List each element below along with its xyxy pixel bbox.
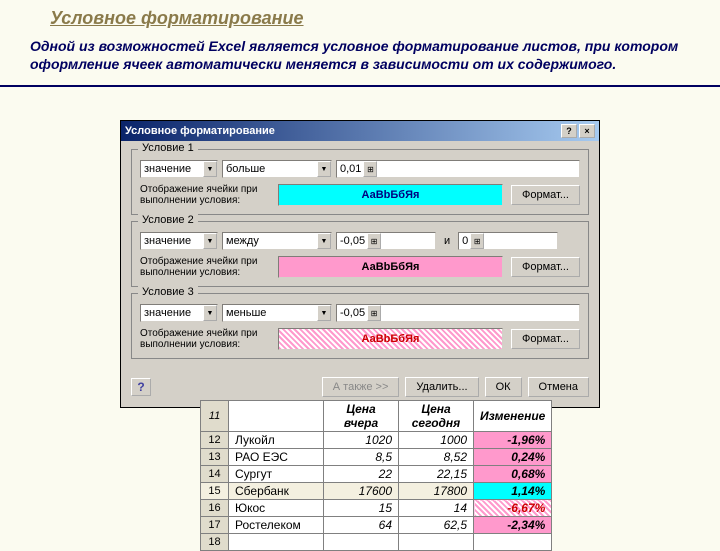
- condition-1-group: Условие 1 значение ▼ больше ▼ 0,01 ⊞ Ото…: [131, 149, 589, 215]
- cell-today[interactable]: 1000: [399, 432, 474, 449]
- cell-yesterday[interactable]: 17600: [324, 483, 399, 500]
- cell-change[interactable]: 0,68%: [474, 466, 552, 483]
- table-row[interactable]: 18: [201, 534, 552, 551]
- cell-change[interactable]: -2,34%: [474, 517, 552, 534]
- cell-name[interactable]: Лукойл: [229, 432, 324, 449]
- preview-label: Отображение ячейки при выполнении услови…: [140, 184, 270, 206]
- col-header-change[interactable]: Изменение: [474, 401, 552, 432]
- chevron-down-icon: ▼: [317, 305, 331, 321]
- delete-button[interactable]: Удалить...: [405, 377, 478, 397]
- row-header[interactable]: 17: [201, 517, 229, 534]
- titlebar[interactable]: Условное форматирование ? ×: [121, 121, 599, 141]
- range-picker-icon[interactable]: ⊞: [363, 161, 377, 177]
- cell-name[interactable]: Сургут: [229, 466, 324, 483]
- condition-2-value1-input[interactable]: -0,05 ⊞: [336, 232, 436, 250]
- cell-name[interactable]: Ростелеком: [229, 517, 324, 534]
- chevron-down-icon: ▼: [317, 161, 331, 177]
- slide-title: Условное форматирование: [0, 0, 720, 33]
- chevron-down-icon: ▼: [203, 305, 217, 321]
- cell-name[interactable]: РАО ЕЭС: [229, 449, 324, 466]
- col-header-yesterday[interactable]: Цена вчера: [324, 401, 399, 432]
- cell-yesterday[interactable]: 64: [324, 517, 399, 534]
- cancel-button[interactable]: Отмена: [528, 377, 589, 397]
- preview-label: Отображение ячейки при выполнении услови…: [140, 328, 270, 350]
- range-picker-icon[interactable]: ⊞: [470, 233, 484, 249]
- close-icon[interactable]: ×: [579, 124, 595, 138]
- cell-today[interactable]: 62,5: [399, 517, 474, 534]
- cell-today[interactable]: 22,15: [399, 466, 474, 483]
- row-header[interactable]: 16: [201, 500, 229, 517]
- condition-3-format-button[interactable]: Формат...: [511, 329, 580, 349]
- condition-2-preview: АаВbБбЯя: [278, 256, 503, 278]
- spreadsheet-sample: 11 Цена вчера Цена сегодня Изменение 12Л…: [200, 400, 552, 551]
- condition-1-type-dropdown[interactable]: значение ▼: [140, 160, 218, 178]
- also-button: А также >>: [322, 377, 400, 397]
- condition-1-value1-input[interactable]: 0,01 ⊞: [336, 160, 580, 178]
- cell-change[interactable]: 1,14%: [474, 483, 552, 500]
- preview-label: Отображение ячейки при выполнении услови…: [140, 256, 270, 278]
- slide-description: Одной из возможностей Excel является усл…: [0, 33, 720, 87]
- chevron-down-icon: ▼: [203, 233, 217, 249]
- table-row[interactable]: 12Лукойл10201000-1,96%: [201, 432, 552, 449]
- ok-button[interactable]: ОК: [485, 377, 522, 397]
- condition-3-type-dropdown[interactable]: значение ▼: [140, 304, 218, 322]
- dialog-title: Условное форматирование: [125, 125, 559, 137]
- cell-yesterday[interactable]: 1020: [324, 432, 399, 449]
- table-row[interactable]: 17Ростелеком6462,5-2,34%: [201, 517, 552, 534]
- condition-3-label: Условие 3: [138, 286, 198, 298]
- condition-2-operator-dropdown[interactable]: между ▼: [222, 232, 332, 250]
- cell-change[interactable]: -1,96%: [474, 432, 552, 449]
- cell-change[interactable]: -6,67%: [474, 500, 552, 517]
- condition-3-group: Условие 3 значение ▼ меньше ▼ -0,05 ⊞ От…: [131, 293, 589, 359]
- condition-1-label: Условие 1: [138, 142, 198, 154]
- row-header[interactable]: 13: [201, 449, 229, 466]
- range-picker-icon[interactable]: ⊞: [367, 305, 381, 321]
- condition-3-operator-dropdown[interactable]: меньше ▼: [222, 304, 332, 322]
- chevron-down-icon: ▼: [317, 233, 331, 249]
- help-button[interactable]: ?: [131, 378, 151, 396]
- and-label: и: [440, 235, 454, 247]
- table-row[interactable]: 14Сургут2222,150,68%: [201, 466, 552, 483]
- conditional-format-dialog: Условное форматирование ? × Условие 1 зн…: [120, 120, 600, 408]
- row-header[interactable]: 12: [201, 432, 229, 449]
- condition-1-format-button[interactable]: Формат...: [511, 185, 580, 205]
- cell-yesterday[interactable]: 22: [324, 466, 399, 483]
- row-header[interactable]: 14: [201, 466, 229, 483]
- row-header[interactable]: 11: [201, 401, 229, 432]
- condition-2-value2-input[interactable]: 0 ⊞: [458, 232, 558, 250]
- condition-1-preview: АаВbБбЯя: [278, 184, 503, 206]
- condition-2-format-button[interactable]: Формат...: [511, 257, 580, 277]
- condition-1-operator-dropdown[interactable]: больше ▼: [222, 160, 332, 178]
- range-picker-icon[interactable]: ⊞: [367, 233, 381, 249]
- condition-3-value1-input[interactable]: -0,05 ⊞: [336, 304, 580, 322]
- table-row[interactable]: 15Сбербанк17600178001,14%: [201, 483, 552, 500]
- row-header[interactable]: 15: [201, 483, 229, 500]
- help-icon[interactable]: ?: [561, 124, 577, 138]
- cell-change[interactable]: 0,24%: [474, 449, 552, 466]
- cell-yesterday[interactable]: 15: [324, 500, 399, 517]
- condition-2-type-dropdown[interactable]: значение ▼: [140, 232, 218, 250]
- table-row[interactable]: 13РАО ЕЭС8,58,520,24%: [201, 449, 552, 466]
- condition-2-label: Условие 2: [138, 214, 198, 226]
- cell-name[interactable]: Юкос: [229, 500, 324, 517]
- cell-today[interactable]: 17800: [399, 483, 474, 500]
- cell-name[interactable]: Сбербанк: [229, 483, 324, 500]
- col-header-name[interactable]: [229, 401, 324, 432]
- condition-2-group: Условие 2 значение ▼ между ▼ -0,05 ⊞ и 0…: [131, 221, 589, 287]
- table-row[interactable]: 16Юкос1514-6,67%: [201, 500, 552, 517]
- cell-today[interactable]: 14: [399, 500, 474, 517]
- cell-yesterday[interactable]: 8,5: [324, 449, 399, 466]
- condition-3-preview: АаВbБбЯя: [278, 328, 503, 350]
- col-header-today[interactable]: Цена сегодня: [399, 401, 474, 432]
- chevron-down-icon: ▼: [203, 161, 217, 177]
- cell-today[interactable]: 8,52: [399, 449, 474, 466]
